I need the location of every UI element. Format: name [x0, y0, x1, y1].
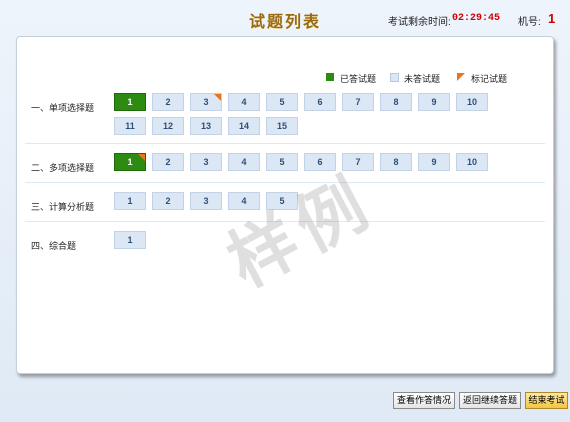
view-answers-button[interactable]: 查看作答情况 [393, 392, 455, 409]
question-number: 2 [165, 97, 171, 107]
section-label: 三、计算分析题 [31, 202, 95, 212]
question-number: 7 [355, 157, 361, 167]
timer-label: 考试剩余时间: [388, 17, 451, 28]
question-number: 12 [162, 121, 173, 131]
question-number: 3 [203, 157, 209, 167]
question-number: 2 [165, 157, 171, 167]
question-button[interactable]: 5 [266, 153, 298, 171]
question-button[interactable]: 5 [266, 93, 298, 111]
question-button[interactable]: 2 [152, 192, 184, 210]
section-label: 四、综合题 [31, 241, 77, 251]
question-number: 1 [127, 235, 133, 245]
section-divider [25, 143, 545, 144]
legend-marked-label: 标记试题 [471, 74, 508, 84]
question-number: 9 [431, 97, 437, 107]
question-number: 15 [276, 121, 287, 131]
question-number: 10 [466, 97, 477, 107]
marked-flag-icon [457, 73, 465, 81]
question-button[interactable]: 2 [152, 153, 184, 171]
question-number: 2 [165, 196, 171, 206]
question-number: 9 [431, 157, 437, 167]
legend-unanswered-label: 未答试题 [404, 74, 441, 84]
question-number: 5 [279, 196, 285, 206]
question-number: 7 [355, 97, 361, 107]
question-button[interactable]: 4 [228, 192, 260, 210]
question-number: 1 [127, 157, 133, 167]
question-button[interactable]: 4 [228, 153, 260, 171]
question-number: 3 [203, 97, 209, 107]
question-number: 4 [241, 97, 247, 107]
timer-value: 02:29:45 [452, 13, 501, 24]
question-button[interactable]: 6 [304, 93, 336, 111]
question-button[interactable]: 5 [266, 192, 298, 210]
question-button[interactable]: 3 [190, 153, 222, 171]
question-button[interactable]: 7 [342, 93, 374, 111]
marked-flag-icon [138, 154, 145, 161]
question-button[interactable]: 13 [190, 117, 222, 135]
question-button[interactable]: 9 [418, 93, 450, 111]
question-number: 6 [317, 157, 323, 167]
question-number: 1 [127, 97, 133, 107]
question-number: 4 [241, 196, 247, 206]
question-number: 5 [279, 97, 285, 107]
unanswered-swatch-icon [390, 73, 399, 82]
question-button[interactable]: 4 [228, 93, 260, 111]
question-number: 3 [203, 196, 209, 206]
finish-exam-button[interactable]: 结束考试 [525, 392, 568, 409]
question-number: 8 [393, 157, 399, 167]
question-number: 11 [125, 121, 135, 131]
question-list-panel: 已答试题 未答试题 标记试题 一、单项选择题 1 2 3 4 5 6 7 8 9 10 11 12 13 1… [16, 36, 554, 374]
question-button[interactable]: 7 [342, 153, 374, 171]
question-number: 1 [127, 196, 133, 206]
section-divider [25, 182, 545, 183]
question-button[interactable]: 1 [114, 93, 146, 111]
question-number: 13 [200, 121, 211, 131]
question-number: 6 [317, 97, 323, 107]
section-label: 一、单项选择题 [31, 103, 95, 113]
question-button[interactable]: 10 [456, 153, 488, 171]
question-number: 10 [466, 157, 477, 167]
question-button[interactable]: 1 [114, 192, 146, 210]
question-button[interactable]: 3 [190, 192, 222, 210]
question-number: 5 [279, 157, 285, 167]
question-button[interactable]: 1 [114, 231, 146, 249]
question-button[interactable]: 14 [228, 117, 260, 135]
question-button[interactable]: 9 [418, 153, 450, 171]
question-button[interactable]: 11 [114, 117, 146, 135]
question-number: 14 [238, 121, 249, 131]
continue-answering-button[interactable]: 返回继续答题 [459, 392, 521, 409]
question-button[interactable]: 15 [266, 117, 298, 135]
section-divider [25, 221, 545, 222]
question-button[interactable]: 8 [380, 93, 412, 111]
question-number: 4 [241, 157, 247, 167]
question-button[interactable]: 6 [304, 153, 336, 171]
question-button[interactable]: 8 [380, 153, 412, 171]
machine-number: 1 [548, 11, 556, 26]
question-number: 8 [393, 97, 399, 107]
question-button[interactable]: 2 [152, 93, 184, 111]
question-button[interactable]: 12 [152, 117, 184, 135]
marked-flag-icon [214, 94, 221, 101]
legend-answered-label: 已答试题 [340, 74, 377, 84]
answered-swatch-icon [326, 73, 334, 81]
question-button[interactable]: 10 [456, 93, 488, 111]
section-label: 二、多项选择题 [31, 163, 95, 173]
header: 试题列表 考试剩余时间: 02:29:45 机号: 1 [0, 0, 570, 40]
question-button[interactable]: 1 [114, 153, 146, 171]
machine-label: 机号: [518, 17, 541, 28]
question-button[interactable]: 3 [190, 93, 222, 111]
